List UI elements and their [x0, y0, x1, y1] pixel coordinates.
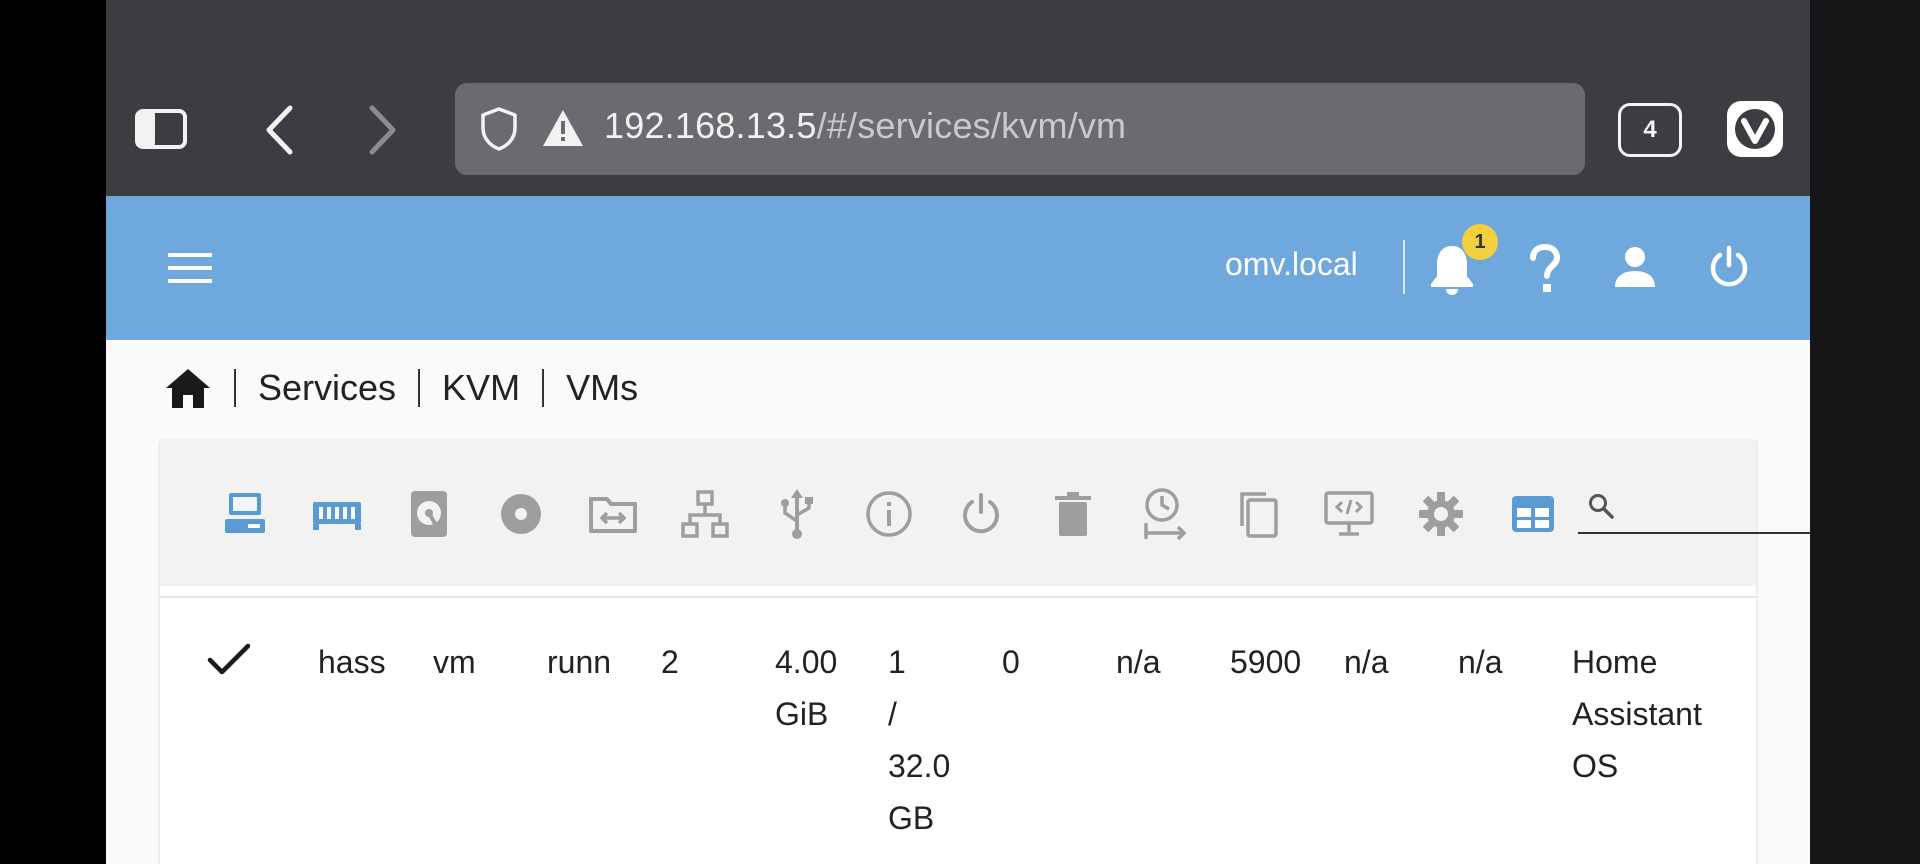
breadcrumb-separator: [542, 369, 545, 407]
disk-icon[interactable]: [401, 486, 457, 542]
cell-name: hass: [318, 644, 386, 680]
tab-count-button[interactable]: 4: [1618, 103, 1682, 157]
power-icon[interactable]: [1704, 242, 1754, 292]
cell-spice: n/a: [1344, 644, 1389, 680]
search-input[interactable]: [1578, 532, 1810, 534]
schedule-icon[interactable]: [1137, 486, 1193, 542]
vivaldi-logo[interactable]: [1727, 101, 1783, 157]
back-icon[interactable]: [254, 100, 304, 160]
cell-vnc-port: 5900: [1230, 644, 1300, 680]
forward-icon[interactable]: [358, 100, 408, 160]
search-icon: [1581, 486, 1621, 526]
warning-icon[interactable]: [539, 105, 587, 151]
address-bar[interactable]: 192.168.13.5/#/services/kvm/vm: [455, 83, 1585, 175]
app-header: omv.local 1: [106, 196, 1810, 340]
menu-icon[interactable]: [166, 244, 214, 292]
notification-badge[interactable]: 1: [1462, 224, 1498, 260]
help-icon[interactable]: [1523, 242, 1567, 296]
cell-memory: 4.00 GiB: [775, 644, 838, 732]
vm-table-card: hass vm runn 2 4.00 GiB 1 / 32.0 GB 0 n/…: [160, 440, 1810, 864]
cell-spice-port: n/a: [1458, 644, 1503, 680]
clone-icon[interactable]: [1229, 486, 1285, 542]
breadcrumb-item-kvm[interactable]: KVM: [442, 367, 520, 409]
usb-icon[interactable]: [769, 486, 825, 542]
url-path: /#/services/kvm/vm: [816, 105, 1127, 146]
url-host: 192.168.13.5: [604, 105, 817, 146]
header-divider: [1403, 240, 1405, 294]
cell-cpus: 2: [661, 644, 679, 680]
memory-icon[interactable]: [309, 486, 365, 542]
hostname-label: omv.local: [1225, 246, 1358, 282]
breadcrumb: Services KVM VMs: [164, 362, 638, 414]
cell-vnc: n/a: [1116, 644, 1161, 680]
cell-description: Home Assistant OS: [1572, 644, 1702, 784]
shared-folder-icon[interactable]: [585, 486, 641, 542]
toolbar-divider: [160, 596, 1756, 598]
delete-icon[interactable]: [1045, 486, 1101, 542]
breadcrumb-separator: [234, 369, 236, 407]
breadcrumb-item-vms: VMs: [566, 367, 639, 408]
screen-edge: [1810, 0, 1920, 864]
cell-snapshots: 0: [1002, 644, 1020, 680]
cell-disks: 1 / 32.0 GB: [888, 644, 951, 836]
breadcrumb-separator: [418, 369, 421, 407]
network-icon[interactable]: [677, 486, 733, 542]
user-icon[interactable]: [1610, 242, 1660, 292]
sidebar-toggle-icon[interactable]: [134, 104, 188, 154]
cell-type: vm: [433, 644, 476, 680]
row-selected-check-icon[interactable]: [206, 640, 256, 695]
shield-icon[interactable]: [475, 103, 523, 155]
breadcrumb-item-services[interactable]: Services: [258, 367, 396, 409]
power-icon[interactable]: [953, 486, 1009, 542]
table-columns-icon[interactable]: [1505, 486, 1561, 542]
url-text[interactable]: 192.168.13.5/#/services/kvm/vm: [604, 105, 1126, 147]
remote-desktop-icon[interactable]: [1321, 486, 1377, 542]
settings-icon[interactable]: [1413, 486, 1469, 542]
vm-icon[interactable]: [217, 486, 273, 542]
cell-state: runn: [547, 644, 612, 680]
browser-window: 192.168.13.5/#/services/kvm/vm 4 omv.loc…: [106, 0, 1810, 864]
home-icon[interactable]: [164, 366, 212, 410]
browser-toolbar: 192.168.13.5/#/services/kvm/vm 4: [106, 0, 1810, 196]
optical-disc-icon[interactable]: [493, 486, 549, 542]
table-toolbar: [160, 440, 1810, 586]
info-icon[interactable]: [861, 486, 917, 542]
